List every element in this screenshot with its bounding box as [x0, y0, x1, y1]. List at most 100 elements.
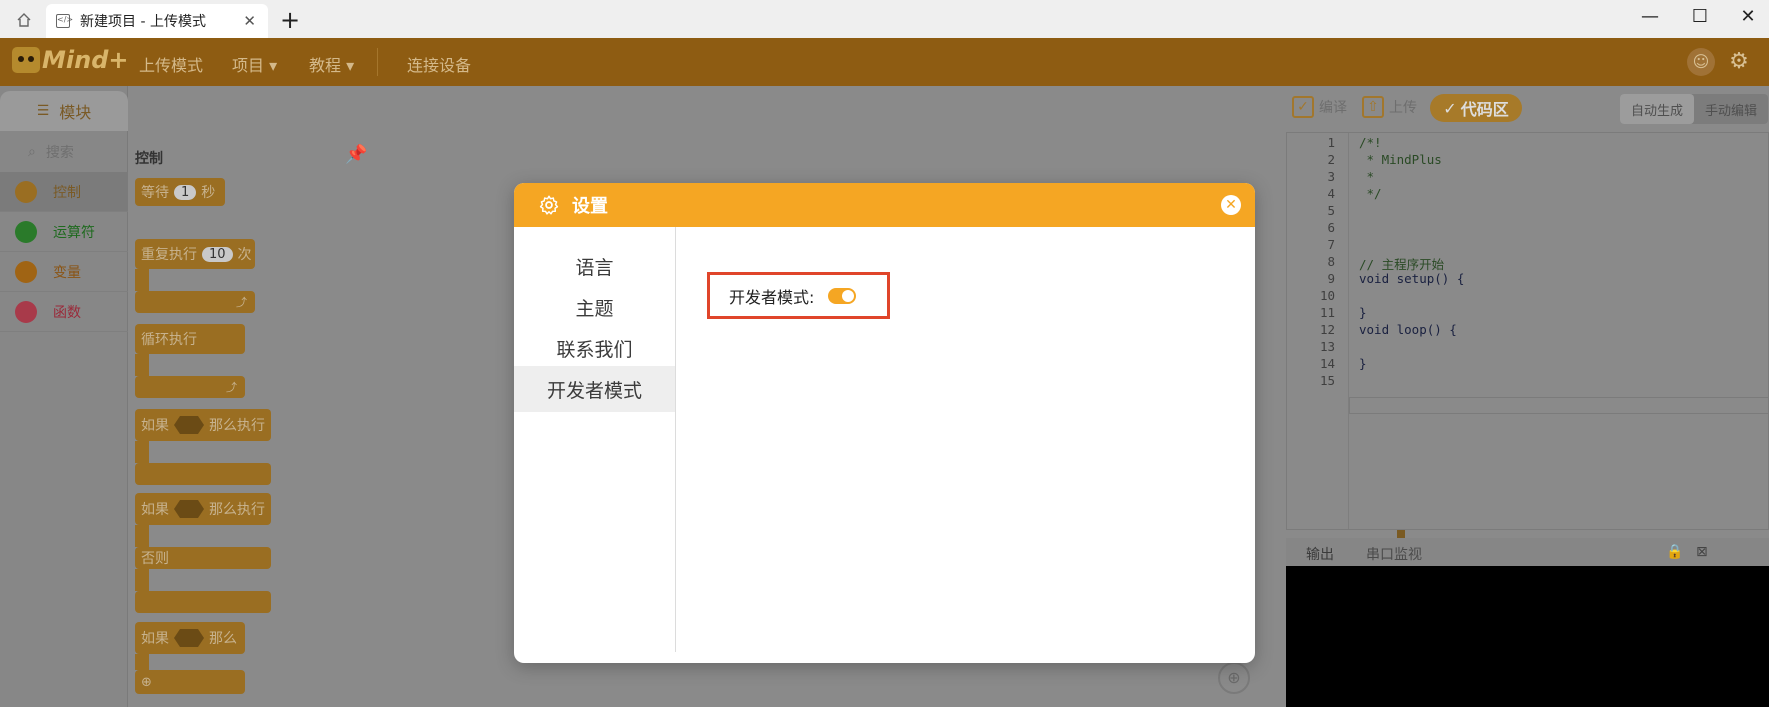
new-tab-button[interactable]: + — [278, 6, 302, 34]
tab-title: 新建项目 - 上传模式 — [80, 14, 206, 30]
line-number: 10 — [1319, 288, 1335, 303]
menu-item-contact-us[interactable]: 联系我们 — [514, 325, 675, 371]
settings-gear-icon[interactable]: ⚙ — [1725, 48, 1753, 76]
upload-button[interactable]: ⇧ 上传 — [1362, 96, 1417, 118]
robot-logo-icon — [12, 47, 40, 73]
repeat-block-foot: ⤴ — [135, 291, 255, 313]
line-gutter: 1 2 3 4 5 6 7 8 9 10 11 12 13 14 15 — [1287, 133, 1349, 529]
nav-upload-mode[interactable]: 上传模式 — [139, 52, 203, 76]
line-number: 8 — [1327, 254, 1335, 269]
code-zone-button[interactable]: ✓ 代码区 — [1430, 94, 1522, 122]
line-number: 1 — [1327, 135, 1335, 150]
nav-divider — [377, 48, 378, 76]
line-number: 14 — [1319, 356, 1335, 371]
zoom-in-icon[interactable]: ⊕ — [1218, 662, 1250, 694]
line-number: 15 — [1319, 373, 1335, 388]
block-label: 循环执行 — [141, 332, 197, 348]
line-number: 11 — [1319, 305, 1335, 320]
category-dot-icon — [15, 220, 37, 243]
category-dot-icon — [15, 180, 37, 203]
minimize-button[interactable]: — — [1635, 6, 1665, 27]
tab-serial-monitor[interactable]: 串口监视 — [1366, 544, 1422, 564]
repeat-block[interactable]: 重复执行 10 次 — [135, 239, 255, 269]
browser-titlebar: </> 新建项目 - 上传模式 ✕ + — ☐ ✕ — [0, 0, 1769, 38]
block-label: 如果 — [141, 418, 169, 434]
if-then-block[interactable]: 如果 那么执行 — [135, 409, 271, 441]
auto-generate-option[interactable]: 自动生成 — [1620, 94, 1694, 124]
code-panel: ✓ 编译 ⇧ 上传 ✓ 代码区 自动生成 手动编辑 1 2 3 4 5 6 7 8 9 10 11 1… — [1278, 86, 1769, 707]
maximize-button[interactable]: ☐ — [1685, 6, 1715, 27]
loop-arrow-icon: ⤴ — [226, 381, 237, 394]
pin-icon[interactable]: 📌 — [345, 144, 367, 165]
output-terminal[interactable] — [1286, 566, 1769, 707]
wait-block[interactable]: 等待 1 秒 — [135, 178, 225, 206]
block-search[interactable]: ⌕ 搜索 — [0, 137, 128, 167]
category-control[interactable]: 控制 — [0, 172, 128, 212]
code-line: * MindPlus — [1359, 152, 1442, 167]
repeat-block-arm — [135, 269, 149, 291]
category-variables[interactable]: 变量 — [0, 252, 128, 292]
condition-slot[interactable] — [174, 416, 204, 434]
line-number: 12 — [1319, 322, 1335, 337]
add-branch-icon[interactable]: ⊕ — [141, 675, 152, 690]
lock-icon[interactable]: 🔒 — [1666, 544, 1683, 560]
if-then-plus-block[interactable]: 如果 那么 — [135, 622, 245, 654]
code-editor[interactable]: 1 2 3 4 5 6 7 8 9 10 11 12 13 14 15 /*! * MindPlus * *… — [1286, 132, 1769, 530]
block-label: 重复执行 — [141, 247, 197, 263]
forever-block[interactable]: 循环执行 — [135, 324, 245, 354]
if-then-plus-arm — [135, 654, 149, 670]
line-number: 2 — [1327, 152, 1335, 167]
dialog-title: 设置 — [572, 196, 608, 217]
robot-assistant-icon[interactable]: ☺ — [1687, 48, 1715, 76]
if-then-plus-foot: ⊕ — [135, 670, 245, 694]
line-number: 9 — [1327, 271, 1335, 286]
home-icon[interactable] — [10, 9, 38, 31]
close-window-button[interactable]: ✕ — [1733, 6, 1763, 27]
block-label: 那么执行 — [209, 502, 265, 518]
category-dot-icon — [15, 260, 37, 283]
block-value[interactable]: 10 — [202, 246, 233, 262]
category-label: 函数 — [53, 304, 81, 321]
category-functions[interactable]: 函数 — [0, 292, 128, 332]
nav-connect-device[interactable]: 连接设备 — [407, 52, 471, 76]
menu-item-developer-mode[interactable]: 开发者模式 — [514, 366, 675, 412]
if-else-middle: 否则 — [135, 547, 271, 569]
if-else-block[interactable]: 如果 那么执行 — [135, 493, 271, 525]
browser-tab[interactable]: </> 新建项目 - 上传模式 ✕ — [46, 4, 268, 38]
loop-arrow-icon: ⤴ — [236, 296, 247, 309]
block-value[interactable]: 1 — [174, 184, 197, 200]
condition-slot[interactable] — [174, 500, 204, 518]
block-label: 那么 — [209, 631, 237, 647]
block-unit: 次 — [237, 247, 252, 263]
close-tab-icon[interactable]: ✕ — [243, 12, 256, 30]
logo-text: Mind+ — [42, 46, 129, 74]
palette-section-title: 控制 — [135, 151, 163, 167]
gear-icon — [539, 195, 559, 215]
settings-menu: 语言 主题 联系我们 开发者模式 — [514, 227, 676, 652]
line-number: 3 — [1327, 169, 1335, 184]
menu-item-language[interactable]: 语言 — [514, 243, 675, 289]
compile-button[interactable]: ✓ 编译 — [1292, 96, 1347, 118]
close-icon[interactable]: ✕ — [1221, 195, 1241, 215]
condition-slot[interactable] — [174, 629, 204, 647]
manual-edit-option[interactable]: 手动编辑 — [1694, 94, 1768, 124]
developer-mode-toggle[interactable] — [828, 287, 857, 304]
menu-item-theme[interactable]: 主题 — [514, 284, 675, 330]
nav-tutorial-menu[interactable]: 教程 ▾ — [309, 52, 354, 76]
search-placeholder: 搜索 — [45, 145, 74, 161]
developer-mode-row: 开发者模式: — [707, 272, 890, 319]
block-unit: 秒 — [201, 185, 216, 201]
check-circle-icon: ✓ — [1443, 98, 1457, 118]
code-line: } — [1359, 356, 1367, 371]
modules-icon: ☰ — [36, 103, 50, 119]
code-file-icon: </> — [56, 14, 73, 28]
nav-project-menu[interactable]: 项目 ▾ — [232, 52, 277, 76]
line-number: 13 — [1319, 339, 1335, 354]
code-line: void setup() { — [1359, 271, 1465, 286]
app-header: Mind+ 上传模式 项目 ▾ 教程 ▾ 连接设备 ☺ ⚙ — [0, 38, 1769, 86]
clear-output-icon[interactable]: ⊠ — [1696, 544, 1708, 560]
modules-tab[interactable]: ☰ 模块 — [0, 91, 128, 131]
category-operators[interactable]: 运算符 — [0, 212, 128, 252]
settings-content: 开发者模式: — [676, 227, 1255, 663]
code-mode-switch: 自动生成 手动编辑 — [1620, 94, 1768, 124]
